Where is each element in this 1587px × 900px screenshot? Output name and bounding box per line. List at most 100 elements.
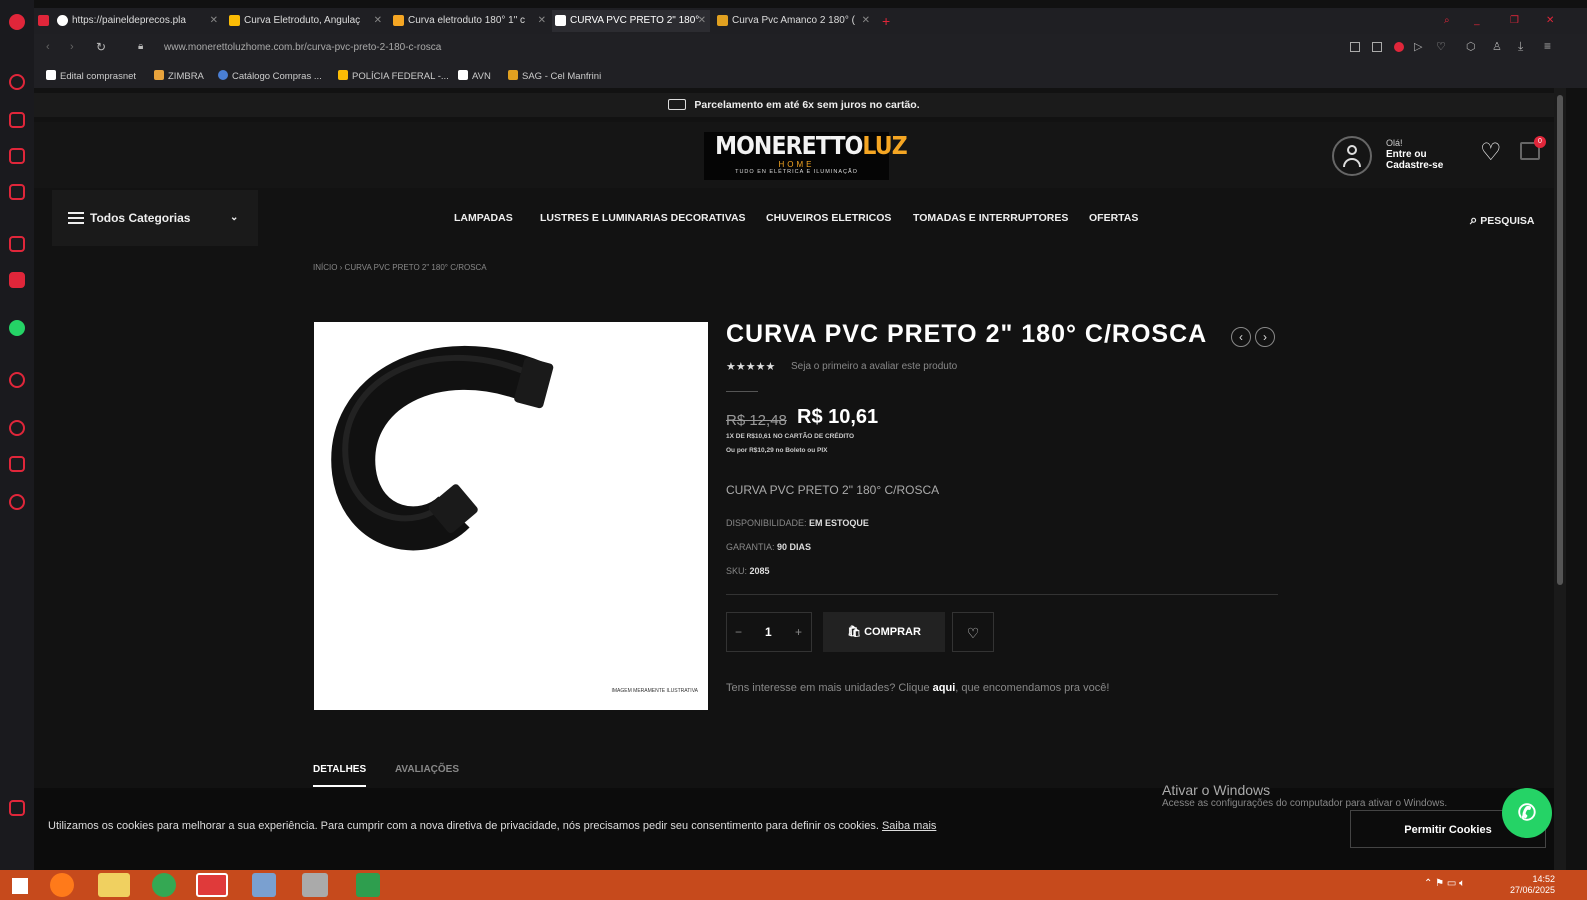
sku: SKU: 2085 (726, 566, 770, 576)
tab-bar: https://painelde​precos.pla ✕ Curva Eletr… (34, 8, 1587, 34)
prev-product-button[interactable]: ‹ (1231, 327, 1251, 347)
aria-icon[interactable] (9, 74, 25, 90)
bookmark-policia[interactable]: POLÍCIA FEDERAL -... (338, 70, 449, 82)
forward-icon[interactable]: › (70, 41, 74, 53)
cube-icon[interactable]: ⬡ (1466, 40, 1476, 53)
reload-icon[interactable]: ↻ (96, 40, 106, 54)
download-icon[interactable]: ⤓ (1518, 39, 1523, 54)
bookmark-sag[interactable]: SAG - Cel Manfrini (508, 70, 601, 82)
tab-curva-eletroduto[interactable]: Curva Eletroduto, Angulaç ✕ (226, 10, 386, 32)
product-tabs: DETALHES AVALIAÇÕES (313, 764, 459, 787)
scrollbar-thumb[interactable] (1557, 95, 1563, 585)
clock[interactable]: 14:52 27/06/2025 (1510, 874, 1555, 896)
tab-curva-eletroduto-180[interactable]: Curva eletroduto 180° 1" c ✕ (390, 10, 550, 32)
adblock-icon[interactable] (1394, 42, 1404, 52)
workspace-icon[interactable] (38, 10, 50, 32)
url-input[interactable]: www.monerettoluzhome.com.br/curva-pvc-pr… (164, 42, 441, 53)
camera-icon[interactable] (1372, 42, 1382, 52)
bookmarks-bar: Edital comprasnet ZIMBRA Catálogo Compra… (34, 64, 1587, 88)
nav-lampadas[interactable]: LAMPADAS (454, 212, 513, 224)
screenshot-icon[interactable] (1350, 42, 1360, 52)
whatsapp-icon[interactable] (9, 320, 25, 336)
bag-icon: 🛍︎ (847, 626, 862, 638)
tab-curva-pvc-amanco[interactable]: Curva Pvc Amanco 2 180° (✕ (714, 10, 874, 32)
bookmark-zimbra[interactable]: ZIMBRA (154, 70, 204, 82)
history-icon[interactable] (9, 420, 25, 436)
increment-button[interactable]: + (795, 625, 802, 639)
extensions-icon[interactable] (9, 456, 25, 472)
learn-more-link[interactable]: Saiba mais (882, 820, 936, 832)
search-button[interactable]: ⌕ PESQUISA (1470, 212, 1534, 228)
more-units-link[interactable]: aqui (933, 682, 956, 694)
rating-text[interactable]: Seja o primeiro a avaliar este produto (791, 361, 957, 372)
account-link[interactable]: Olá! Entre ou Cadastre-se (1386, 138, 1466, 171)
close-window-button[interactable]: ✕ (1546, 10, 1566, 32)
twitch-icon[interactable] (9, 148, 25, 164)
buy-button[interactable]: 🛍︎ COMPRAR (823, 612, 945, 652)
nav-tomadas[interactable]: TOMADAS E INTERRUPTORES (913, 212, 1068, 224)
site-header: MONERETTOLUZ HOME TUDO EN ELÉTRICA E ILU… (34, 122, 1554, 188)
home-icon[interactable] (9, 236, 25, 252)
opera-taskbar-icon[interactable] (196, 873, 228, 897)
new-tab-button[interactable]: + (878, 10, 896, 32)
close-icon[interactable]: ✕ (210, 10, 218, 32)
rating-stars[interactable]: ★★★★★ (726, 360, 775, 373)
short-description: CURVA PVC PRETO 2" 180° C/ROSCA (726, 483, 940, 497)
decrement-button[interactable]: − (735, 625, 742, 639)
sidebar-setup-icon[interactable] (9, 800, 25, 816)
windows-start-icon[interactable] (12, 878, 28, 894)
tab-painel-precos[interactable]: https://painelde​precos.pla ✕ (54, 10, 222, 32)
close-icon[interactable]: ✕ (698, 10, 706, 32)
profile-icon[interactable]: ♙ (1492, 40, 1502, 53)
tab-reviews[interactable]: AVALIAÇÕES (395, 764, 459, 775)
tab-details[interactable]: DETALHES (313, 764, 367, 787)
file-explorer-icon[interactable] (98, 873, 130, 897)
player-icon[interactable] (9, 372, 25, 388)
back-icon[interactable]: ‹ (46, 41, 50, 53)
catalog-icon (218, 70, 228, 80)
hamburger-icon (68, 212, 84, 224)
spreadsheet-icon[interactable] (356, 873, 380, 897)
close-icon[interactable]: ✕ (862, 10, 870, 32)
bookmark-edital[interactable]: Edital comprasnet (46, 70, 136, 82)
messenger-icon[interactable] (9, 272, 25, 288)
nav-chuveiros[interactable]: CHUVEIROS ELETRICOS (766, 212, 891, 224)
site-icon (393, 15, 404, 26)
minimize-button[interactable]: _ (1474, 10, 1494, 32)
nav-lustres[interactable]: LUSTRES E LUMINARIAS DECORATIVAS (540, 212, 746, 224)
firefox-icon[interactable] (50, 873, 74, 897)
search-tabs-icon[interactable]: ⌕ (1444, 10, 1464, 32)
menu-icon[interactable]: ≡ (1544, 39, 1551, 53)
opera-logo-icon[interactable] (9, 14, 25, 30)
play-icon[interactable]: ▷ (1414, 40, 1422, 53)
divider (726, 594, 1278, 595)
tab-curva-pvc-preto[interactable]: CURVA PVC PRETO 2" 180° ✕ (552, 10, 710, 32)
wishlist-heart-icon[interactable]: ♡ (1480, 138, 1502, 167)
add-to-wishlist-button[interactable]: ♡ (952, 612, 994, 652)
settings-icon[interactable] (9, 494, 25, 510)
credit-card-icon (668, 99, 687, 110)
chrome-icon[interactable] (152, 873, 176, 897)
quantity-value[interactable]: 1 (765, 625, 772, 639)
close-icon[interactable]: ✕ (374, 10, 382, 32)
bookmark-avn[interactable]: AVN (458, 70, 491, 82)
whatsapp-button[interactable]: ✆ (1502, 788, 1552, 838)
product-image[interactable]: IMAGEM MERAMENTE ILUSTRATIVA (314, 322, 708, 710)
system-tray-icons[interactable]: ⌃ ⚑ ▭ 🔈︎ (1424, 878, 1465, 889)
paint-icon[interactable] (302, 873, 328, 897)
user-icon[interactable] (1332, 136, 1372, 176)
close-icon[interactable]: ✕ (538, 10, 546, 32)
bookmark-catalogo[interactable]: Catálogo Compras ... (218, 70, 322, 82)
maximize-button[interactable]: ❐ (1510, 10, 1530, 32)
site-icon (229, 15, 240, 26)
calculator-icon[interactable] (252, 873, 276, 897)
breadcrumb[interactable]: INÍCIO › CURVA PVC PRETO 2" 180° C/ROSCA (313, 263, 487, 272)
nav-ofertas[interactable]: OFERTAS (1089, 212, 1138, 224)
quantity-stepper[interactable]: − 1 + (726, 612, 812, 652)
site-logo[interactable]: MONERETTOLUZ HOME TUDO EN ELÉTRICA E ILU… (704, 132, 908, 180)
bag-icon[interactable] (9, 112, 25, 128)
heart-icon[interactable]: ♡ (1436, 40, 1446, 53)
calendar-icon[interactable] (9, 184, 25, 200)
all-categories-dropdown[interactable]: Todos Categorias ⌄ (52, 190, 258, 246)
next-product-button[interactable]: › (1255, 327, 1275, 347)
